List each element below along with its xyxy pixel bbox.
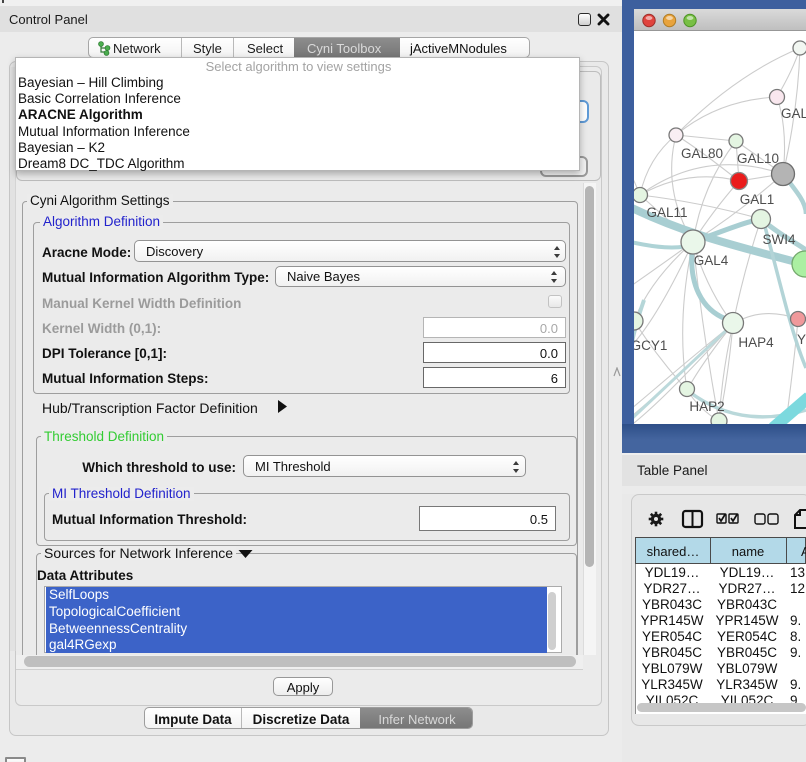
svg-text:GAL: GAL (781, 106, 806, 121)
svg-text:GAL11: GAL11 (646, 205, 687, 220)
svg-text:Y: Y (797, 332, 806, 347)
svg-text:HAP4: HAP4 (738, 335, 774, 350)
svg-text:GAL80: GAL80 (681, 146, 723, 161)
svg-text:GAL1: GAL1 (740, 192, 775, 207)
svg-text:SWI4: SWI4 (762, 232, 795, 247)
svg-text:HAP2: HAP2 (689, 399, 724, 414)
svg-text:GAL10: GAL10 (737, 151, 779, 166)
svg-text:GCY1: GCY1 (634, 338, 667, 353)
svg-text:GAL4: GAL4 (694, 253, 729, 268)
